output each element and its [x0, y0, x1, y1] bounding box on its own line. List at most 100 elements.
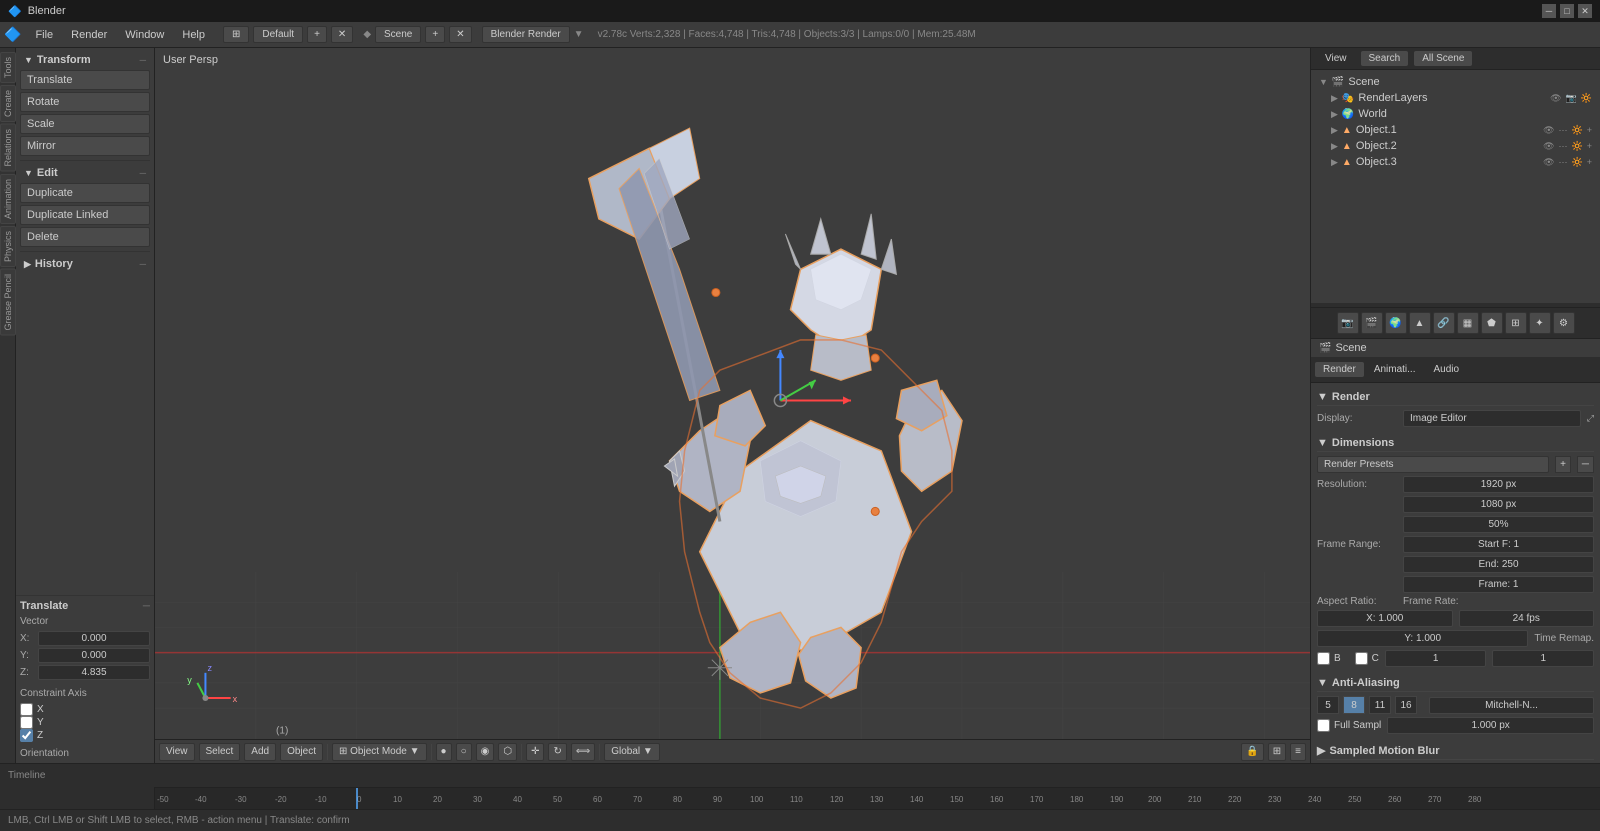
outliner-scene[interactable]: ▼ 🎬 Scene [1311, 74, 1600, 90]
obj1-extra[interactable]: + [1587, 125, 1592, 136]
presets-remove[interactable]: ─ [1577, 456, 1594, 473]
prop-icon-texture[interactable]: ⊞ [1505, 312, 1527, 334]
history-section-header[interactable]: ▶ History ─ [20, 256, 150, 272]
select-menu-button[interactable]: Select [199, 743, 241, 761]
mirror-button[interactable]: Mirror [20, 136, 150, 156]
aa-5[interactable]: 5 [1317, 696, 1339, 714]
prop-icon-object[interactable]: ▲ [1409, 312, 1431, 334]
full-sample-checkbox[interactable] [1317, 719, 1330, 732]
cz-checkbox[interactable] [20, 729, 33, 742]
full-sample-val[interactable]: 1.000 px [1387, 717, 1594, 734]
prop-icon-data[interactable]: ▦ [1457, 312, 1479, 334]
workspace-name[interactable]: Default [253, 26, 303, 43]
delete-button[interactable]: Delete [20, 227, 150, 247]
outliner-world[interactable]: ▶ 🌍 World [1311, 106, 1600, 122]
side-tab-physics[interactable]: Physics [0, 226, 16, 267]
lock-icon-btn[interactable]: 🔒 [1241, 743, 1263, 761]
maximize-button[interactable]: □ [1560, 4, 1574, 18]
splitter[interactable] [1311, 303, 1600, 307]
b-checkbox[interactable] [1317, 652, 1330, 665]
remap-1b-field[interactable]: 1 [1492, 650, 1594, 667]
render-presets-selector[interactable]: Render Presets [1317, 456, 1549, 473]
side-tab-animation[interactable]: Animation [0, 174, 16, 224]
outliner-object1[interactable]: ▶ ▲ Object.1 👁 ⋯ 🔆 + [1311, 122, 1600, 138]
scale-button[interactable]: Scale [20, 114, 150, 134]
viewport-shading-button[interactable]: ● [436, 743, 452, 761]
prop-icon-physics[interactable]: ⚙ [1553, 312, 1575, 334]
more-btn[interactable]: ≡ [1290, 743, 1306, 761]
outliner-search-tab[interactable]: Search [1361, 51, 1409, 66]
obj1-more[interactable]: ⋯ [1559, 125, 1568, 136]
scene-close[interactable]: ✕ [449, 26, 471, 43]
aa-11[interactable]: 11 [1369, 696, 1391, 714]
side-tab-grease-pencil[interactable]: Grease Pencil [0, 269, 16, 336]
menu-help[interactable]: Help [174, 27, 213, 43]
rl-eye[interactable]: 👁 [1550, 93, 1561, 104]
prop-icon-constraints[interactable]: 🔗 [1433, 312, 1455, 334]
add-menu-button[interactable]: Add [244, 743, 276, 761]
edit-collapse[interactable]: ─ [140, 168, 146, 178]
rotate-button[interactable]: Rotate [20, 92, 150, 112]
presets-add[interactable]: + [1555, 456, 1571, 473]
outliner-renderlayers[interactable]: ▶ 🎭 RenderLayers 👁 📷 🔆 [1311, 90, 1600, 106]
side-tab-tools[interactable]: Tools [0, 52, 16, 83]
viewport[interactable]: User Persp [155, 48, 1310, 763]
image-editor-selector[interactable]: Image Editor [1403, 410, 1581, 427]
prop-icon-particles[interactable]: ✦ [1529, 312, 1551, 334]
cy-checkbox[interactable] [20, 716, 33, 729]
menu-window[interactable]: Window [117, 27, 172, 43]
edit-section-header[interactable]: ▼ Edit ─ [20, 165, 150, 181]
aa-8[interactable]: 8 [1343, 696, 1365, 714]
scale-manipulator[interactable]: ⟺ [571, 743, 595, 761]
obj2-more[interactable]: ⋯ [1559, 141, 1568, 152]
outliner-view-tab[interactable]: View [1317, 51, 1355, 66]
end-frame-field[interactable]: End: 250 [1403, 556, 1594, 573]
scene-name[interactable]: Scene [375, 26, 421, 43]
duplicate-linked-button[interactable]: Duplicate Linked [20, 205, 150, 225]
res-x-field[interactable]: 1920 px [1403, 476, 1594, 493]
duplicate-button[interactable]: Duplicate [20, 183, 150, 203]
aa-filter-selector[interactable]: Mitchell-N... [1429, 697, 1594, 714]
mode-selector[interactable]: ⊞ Object Mode ▼ [332, 743, 427, 761]
prop-icon-world[interactable]: 🌍 [1385, 312, 1407, 334]
timeline[interactable]: -50 -40 -30 -20 -10 0 10 20 30 40 50 60 … [0, 787, 1600, 809]
tab-audio[interactable]: Audio [1426, 362, 1468, 377]
close-button[interactable]: ✕ [1578, 4, 1592, 18]
obj1-visibility[interactable]: 👁 [1543, 125, 1554, 136]
menu-file[interactable]: File [27, 27, 61, 43]
cx-checkbox[interactable] [20, 703, 33, 716]
current-frame-field[interactable]: Frame: 1 [1403, 576, 1594, 593]
viewport-wire-button[interactable]: ○ [456, 743, 472, 761]
engine-selector[interactable]: Blender Render [482, 26, 570, 43]
translate-collapse[interactable]: ─ [143, 601, 150, 612]
minimize-button[interactable]: ─ [1542, 4, 1556, 18]
outliner-object3[interactable]: ▶ ▲ Object.3 👁 ⋯ 🔆 + [1311, 154, 1600, 170]
object-menu-button[interactable]: Object [280, 743, 323, 761]
obj3-render[interactable]: 🔆 [1572, 157, 1583, 168]
prop-icon-scene[interactable]: 🎬 [1361, 312, 1383, 334]
aa-16[interactable]: 16 [1395, 696, 1417, 714]
vec-z-field[interactable]: 4.835 [38, 665, 150, 680]
transform-collapse[interactable]: ─ [140, 55, 146, 65]
outliner-allscene-tab[interactable]: All Scene [1414, 51, 1472, 66]
workspace-selector[interactable]: ⊞ [223, 26, 249, 43]
obj2-visibility[interactable]: 👁 [1543, 141, 1554, 152]
obj3-extra[interactable]: + [1587, 157, 1592, 168]
tab-render[interactable]: Render [1315, 362, 1364, 377]
res-pct-field[interactable]: 50% [1403, 516, 1594, 533]
viewport-solid-button[interactable]: ◉ [476, 743, 495, 761]
side-tab-relations[interactable]: Relations [0, 124, 16, 172]
obj1-render[interactable]: 🔆 [1572, 125, 1583, 136]
c-checkbox[interactable] [1355, 652, 1368, 665]
rl-camera[interactable]: 📷 [1566, 93, 1577, 104]
global-toggle[interactable]: Global ▼ [604, 743, 660, 761]
workspace-add[interactable]: + [307, 26, 327, 43]
workspace-close[interactable]: ✕ [331, 26, 353, 43]
asp-x-field[interactable]: X: 1.000 [1317, 610, 1453, 627]
grid-btn[interactable]: ⊞ [1268, 743, 1286, 761]
asp-y-field[interactable]: Y: 1.000 [1317, 630, 1528, 647]
res-y-field[interactable]: 1080 px [1403, 496, 1594, 513]
translate-button[interactable]: Translate [20, 70, 150, 90]
prop-icon-material[interactable]: ⬟ [1481, 312, 1503, 334]
timeline-ruler[interactable]: -50 -40 -30 -20 -10 0 10 20 30 40 50 60 … [155, 787, 1600, 809]
